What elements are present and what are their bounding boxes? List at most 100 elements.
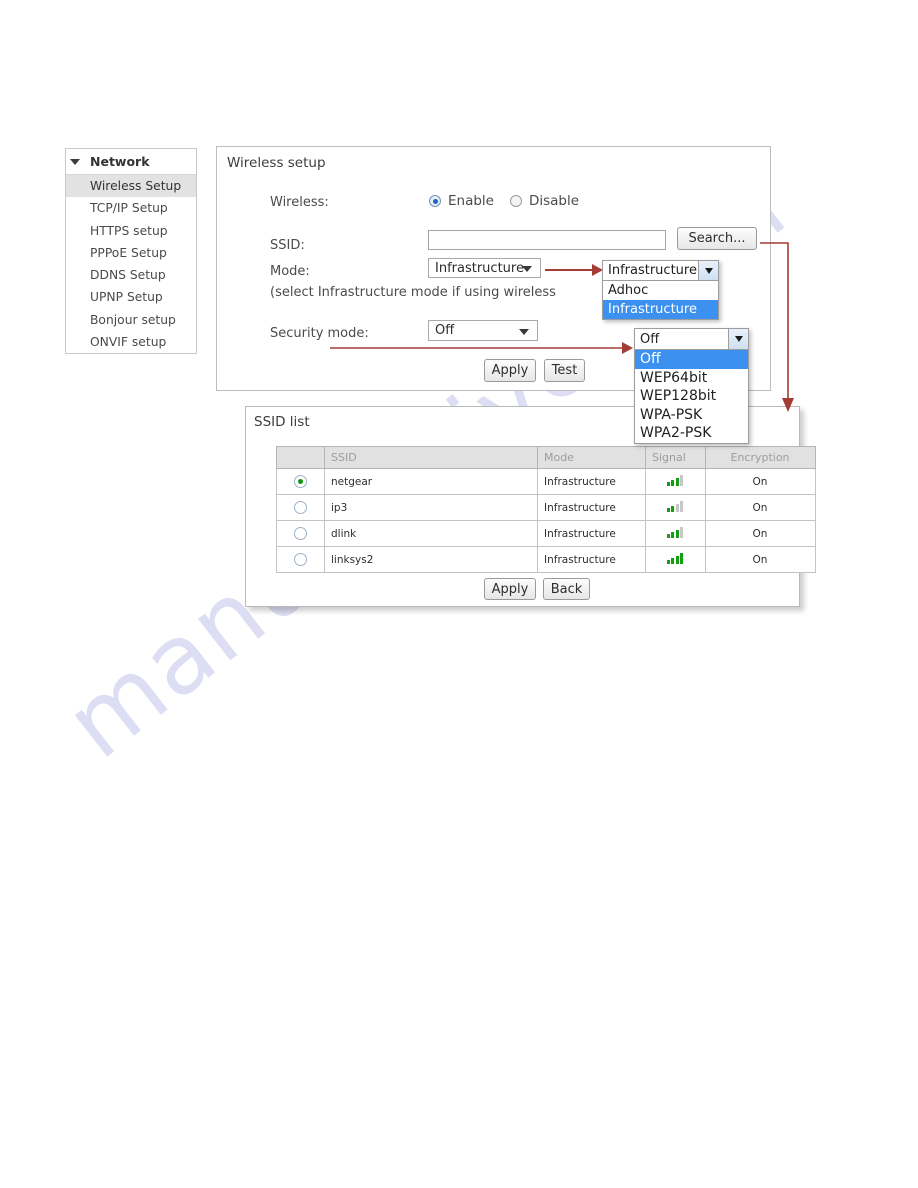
wireless-label: Wireless: <box>270 195 329 210</box>
security-dropdown-expanded[interactable]: Off Off WEP64bit WEP128bit WPA-PSK WPA2-… <box>634 328 749 444</box>
mode-label: Mode: <box>270 264 310 279</box>
search-button[interactable]: Search... <box>677 227 757 250</box>
row-encryption: On <box>705 520 816 547</box>
sidebar-item-label: Bonjour setup <box>90 312 176 327</box>
row-select-cell[interactable] <box>276 468 325 495</box>
table-row[interactable]: linksys2 Infrastructure On <box>276 546 816 573</box>
sidebar-item-label: ONVIF setup <box>90 335 167 350</box>
apply-button[interactable]: Apply <box>484 359 536 382</box>
sidebar-item-onvif-setup[interactable]: ONVIF setup <box>66 331 196 353</box>
wireless-radio-group: Enable Disable <box>429 193 595 209</box>
sidebar-item-wireless-setup[interactable]: Wireless Setup <box>66 175 196 198</box>
row-ssid: ip3 <box>324 494 538 521</box>
sidebar-item-label: Wireless Setup <box>90 179 182 193</box>
security-dropdown-value: Off <box>640 331 660 347</box>
test-button[interactable]: Test <box>544 359 585 382</box>
sidebar-item-label: HTTPS setup <box>90 223 168 238</box>
ssid-label: SSID: <box>270 238 305 253</box>
row-encryption: On <box>705 546 816 573</box>
mode-option-adhoc[interactable]: Adhoc <box>603 281 718 300</box>
column-ssid: SSID <box>324 446 538 469</box>
row-ssid: netgear <box>324 468 538 495</box>
row-signal <box>645 494 706 521</box>
security-mode-label: Security mode: <box>270 326 369 341</box>
mode-dropdown-value: Infrastructure <box>608 263 697 278</box>
security-mode-select-value: Off <box>435 323 455 338</box>
sidebar-item-label: PPPoE Setup <box>90 245 167 260</box>
column-mode: Mode <box>537 446 646 469</box>
ssid-input[interactable] <box>428 230 666 250</box>
sidebar-header[interactable]: Network <box>66 149 196 175</box>
chevron-down-icon <box>519 328 529 335</box>
table-row[interactable]: netgear Infrastructure On <box>276 468 816 495</box>
signal-icon <box>666 500 684 512</box>
row-radio[interactable] <box>293 475 307 488</box>
ssid-apply-button[interactable]: Apply <box>484 578 536 600</box>
security-option-wpa2-psk[interactable]: WPA2-PSK <box>635 424 748 443</box>
sidebar-item-label: UPNP Setup <box>90 290 163 305</box>
sidebar-item-label: DDNS Setup <box>90 268 166 283</box>
radio-disable-label: Disable <box>528 193 580 209</box>
row-radio[interactable] <box>293 501 307 514</box>
ssid-table: SSID Mode Signal Encryption netgear Infr… <box>276 446 816 573</box>
column-signal: Signal <box>645 446 706 469</box>
column-encryption: Encryption <box>705 446 816 469</box>
signal-icon <box>666 552 684 564</box>
sidebar-item-tcpip-setup[interactable]: TCP/IP Setup <box>66 197 196 219</box>
column-select <box>276 446 325 469</box>
mode-select-value: Infrastructure <box>435 260 524 276</box>
mode-select[interactable]: Infrastructure <box>428 258 541 278</box>
sidebar-header-label: Network <box>90 154 150 169</box>
signal-icon <box>666 474 684 486</box>
sidebar-item-ddns-setup[interactable]: DDNS Setup <box>66 264 196 286</box>
chevron-down-icon <box>70 158 80 165</box>
sidebar-item-upnp-setup[interactable]: UPNP Setup <box>66 286 196 308</box>
row-signal <box>645 468 706 495</box>
mode-option-infrastructure[interactable]: Infrastructure <box>603 300 718 319</box>
ssid-list-title: SSID list <box>254 414 310 430</box>
security-option-off[interactable]: Off <box>635 350 748 369</box>
table-row[interactable]: ip3 Infrastructure On <box>276 494 816 521</box>
sidebar-network: Network Wireless Setup TCP/IP Setup HTTP… <box>65 148 197 355</box>
security-option-wep128bit[interactable]: WEP128bit <box>635 387 748 406</box>
row-select-cell[interactable] <box>276 520 325 547</box>
row-encryption: On <box>705 494 816 521</box>
table-header-row: SSID Mode Signal Encryption <box>276 446 816 469</box>
security-dropdown-options: Off WEP64bit WEP128bit WPA-PSK WPA2-PSK <box>634 350 749 444</box>
row-select-cell[interactable] <box>276 546 325 573</box>
row-mode: Infrastructure <box>537 546 646 573</box>
row-select-cell[interactable] <box>276 494 325 521</box>
chevron-down-icon[interactable] <box>698 261 718 280</box>
row-ssid: dlink <box>324 520 538 547</box>
table-row[interactable]: dlink Infrastructure On <box>276 520 816 547</box>
sidebar-item-pppoe-setup[interactable]: PPPoE Setup <box>66 242 196 264</box>
mode-hint-text: (select Infrastructure mode if using wir… <box>270 285 556 300</box>
row-mode: Infrastructure <box>537 468 646 495</box>
row-mode: Infrastructure <box>537 520 646 547</box>
ssid-back-button[interactable]: Back <box>543 578 590 600</box>
security-dropdown-header[interactable]: Off <box>634 328 749 350</box>
sidebar-item-bonjour-setup[interactable]: Bonjour setup <box>66 309 196 331</box>
security-mode-select[interactable]: Off <box>428 320 538 341</box>
security-option-wep64bit[interactable]: WEP64bit <box>635 369 748 388</box>
row-encryption: On <box>705 468 816 495</box>
sidebar-item-https-setup[interactable]: HTTPS setup <box>66 220 196 242</box>
row-signal <box>645 546 706 573</box>
radio-enable[interactable] <box>429 195 441 207</box>
row-radio[interactable] <box>293 527 307 540</box>
row-radio[interactable] <box>293 553 307 566</box>
chevron-down-icon[interactable] <box>728 329 748 349</box>
row-ssid: linksys2 <box>324 546 538 573</box>
row-mode: Infrastructure <box>537 494 646 521</box>
security-option-wpa-psk[interactable]: WPA-PSK <box>635 406 748 425</box>
mode-dropdown-header[interactable]: Infrastructure <box>602 260 719 281</box>
radio-disable[interactable] <box>509 195 522 207</box>
sidebar-list: Wireless Setup TCP/IP Setup HTTPS setup … <box>66 175 196 353</box>
mode-dropdown-options: Adhoc Infrastructure <box>602 281 719 320</box>
radio-enable-label: Enable <box>448 193 494 209</box>
chevron-down-icon <box>522 266 532 272</box>
row-signal <box>645 520 706 547</box>
signal-icon <box>666 526 684 538</box>
sidebar-item-label: TCP/IP Setup <box>90 201 168 216</box>
mode-dropdown-expanded[interactable]: Infrastructure Adhoc Infrastructure <box>602 260 719 320</box>
